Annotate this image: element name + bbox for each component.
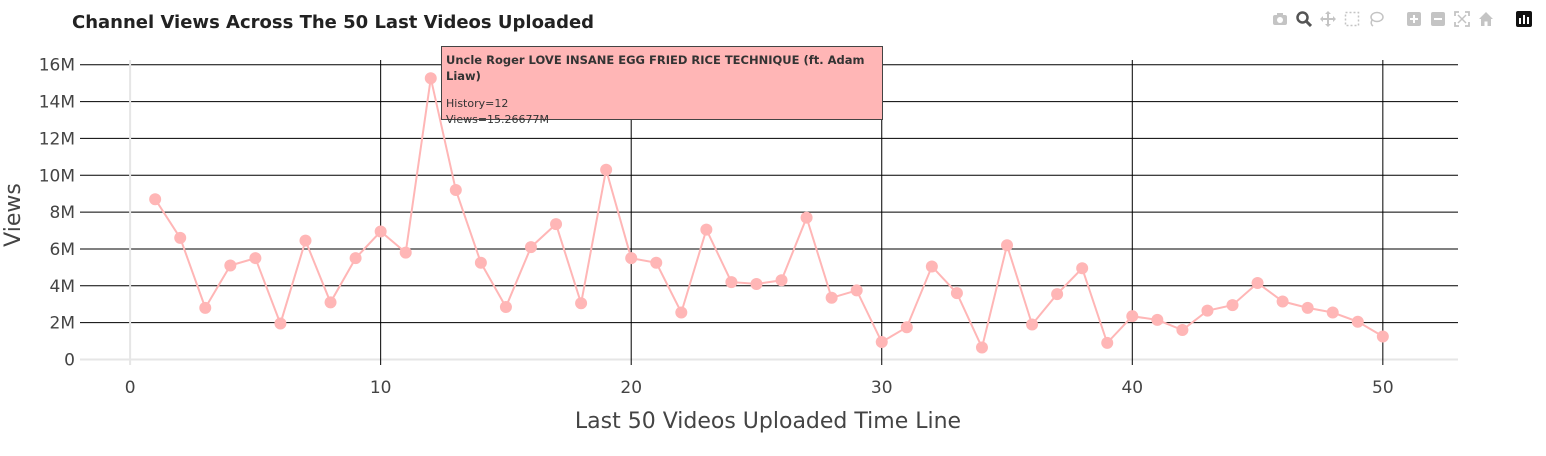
y-tick-label: 10M	[39, 166, 75, 186]
y-tick-label: 8M	[50, 203, 75, 223]
x-tick-label: 40	[1121, 378, 1143, 398]
data-point[interactable]	[1276, 295, 1289, 308]
data-point[interactable]	[249, 252, 262, 265]
x-tick-label: 50	[1372, 378, 1394, 398]
y-tick-label: 4M	[50, 277, 75, 297]
x-tick-label: 30	[871, 378, 893, 398]
data-point[interactable]	[324, 296, 337, 309]
data-point[interactable]	[499, 300, 512, 313]
y-tick-label: 6M	[50, 240, 75, 260]
hover-tooltip: Uncle Roger LOVE INSANE EGG FRIED RICE T…	[441, 46, 883, 126]
data-point[interactable]	[725, 276, 738, 289]
data-point[interactable]	[600, 163, 613, 176]
x-tick-label: 20	[620, 378, 642, 398]
data-point[interactable]	[149, 193, 162, 206]
x-tick-label: 0	[125, 378, 136, 398]
data-point[interactable]	[700, 223, 713, 236]
data-point[interactable]	[449, 184, 462, 196]
tooltip-title: Uncle Roger LOVE INSANE EGG FRIED RICE T…	[446, 53, 865, 83]
data-point[interactable]	[975, 341, 988, 354]
data-point[interactable]	[1351, 315, 1364, 328]
data-point[interactable]	[550, 218, 563, 231]
data-point[interactable]	[1376, 330, 1389, 343]
y-tick-label: 12M	[39, 129, 75, 149]
data-point[interactable]	[1001, 239, 1014, 252]
data-point[interactable]	[1301, 301, 1314, 314]
data-point[interactable]	[825, 291, 838, 304]
data-point[interactable]	[800, 211, 813, 224]
x-tick-label: 10	[370, 378, 392, 398]
data-point[interactable]	[1251, 277, 1264, 290]
data-point[interactable]	[1176, 324, 1189, 336]
tooltip-views: Views=15.26677M	[446, 113, 550, 126]
data-point[interactable]	[1151, 313, 1164, 326]
data-point[interactable]	[1076, 262, 1089, 275]
data-point[interactable]	[1126, 310, 1139, 323]
y-axis-title: Views	[1, 183, 26, 247]
data-point[interactable]	[1051, 288, 1064, 301]
data-point[interactable]	[1101, 336, 1114, 349]
y-tick-label: 16M	[39, 56, 75, 76]
data-point[interactable]	[925, 260, 938, 273]
data-point[interactable]	[1201, 304, 1214, 317]
y-tick-label: 14M	[39, 93, 75, 113]
data-point[interactable]	[374, 225, 387, 238]
data-point[interactable]	[950, 287, 963, 300]
data-point[interactable]	[199, 301, 212, 314]
data-point[interactable]	[575, 297, 588, 310]
data-point[interactable]	[750, 277, 763, 290]
data-point[interactable]	[775, 274, 788, 287]
data-point[interactable]	[349, 252, 362, 265]
data-point[interactable]	[675, 306, 688, 319]
tooltip-history: History=12	[446, 97, 509, 110]
data-point[interactable]	[1226, 299, 1239, 312]
data-point[interactable]	[1326, 306, 1339, 319]
x-axis-title: Last 50 Videos Uploaded Time Line	[575, 409, 961, 434]
data-point[interactable]	[900, 321, 913, 334]
data-point[interactable]	[224, 259, 237, 272]
data-point[interactable]	[875, 335, 888, 348]
y-tick-label: 0	[64, 350, 75, 370]
data-point[interactable]	[174, 231, 187, 244]
data-point[interactable]	[524, 241, 537, 254]
data-point[interactable]	[299, 234, 312, 247]
data-point[interactable]	[625, 252, 638, 265]
data-point[interactable]	[1026, 318, 1039, 331]
data-point[interactable]	[650, 256, 663, 269]
data-point[interactable]	[424, 72, 437, 85]
y-tick-label: 2M	[50, 314, 75, 334]
data-point[interactable]	[474, 256, 487, 269]
data-point[interactable]	[850, 284, 863, 297]
data-point[interactable]	[274, 317, 287, 330]
data-point[interactable]	[399, 246, 412, 259]
